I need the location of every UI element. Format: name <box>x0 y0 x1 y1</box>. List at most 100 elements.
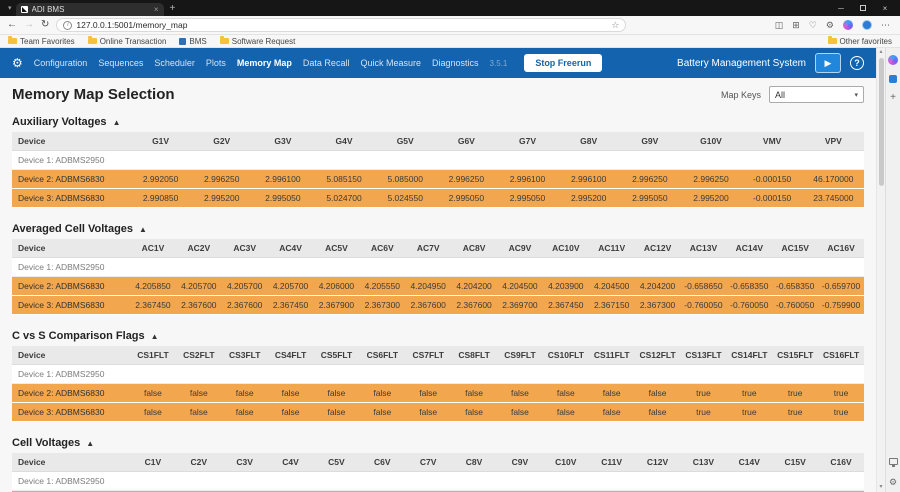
tab-actions-icon[interactable]: ▾ <box>4 4 16 12</box>
collapse-arrow-icon[interactable]: ▲ <box>139 225 147 234</box>
cell-value: 2.996100 <box>497 170 558 189</box>
nav-item-sequences[interactable]: Sequences <box>98 58 143 68</box>
favorite-folder-online-transaction[interactable]: Online Transaction <box>88 37 167 46</box>
device-row[interactable]: Device 3: ADBMS68302.3674502.3676002.367… <box>12 296 864 315</box>
other-favorites[interactable]: Other favorites <box>828 37 892 46</box>
nav-item-diagnostics[interactable]: Diagnostics <box>432 58 479 68</box>
favorite-folder-team[interactable]: Team Favorites <box>8 37 75 46</box>
browser-tab[interactable]: ADI BMS × <box>16 3 164 16</box>
map-keys-label: Map Keys <box>721 90 761 100</box>
collapse-arrow-icon[interactable]: ▲ <box>86 439 94 448</box>
help-icon[interactable]: ? <box>850 56 864 70</box>
column-header: CS4FLT <box>268 346 314 365</box>
device-row[interactable]: Device 2: ADBMS68304.2058504.2057004.205… <box>12 277 864 296</box>
sidebar-settings-icon[interactable]: ⚙ <box>889 478 897 487</box>
section-header[interactable]: C vs S Comparison Flags▲ <box>12 325 864 346</box>
split-screen-icon[interactable]: ◫ <box>775 20 784 30</box>
column-header: C3V <box>222 453 268 472</box>
device-row[interactable]: Device 3: ADBMS6830falsefalsefalsefalsef… <box>12 403 864 422</box>
cell-value <box>772 258 818 277</box>
favorite-folder-software-request[interactable]: Software Request <box>220 37 296 46</box>
close-window-button[interactable]: × <box>874 4 896 13</box>
sidebar-app-icon[interactable] <box>889 75 897 83</box>
scroll-down-icon[interactable]: ▾ <box>879 484 882 491</box>
forward-icon[interactable]: → <box>24 20 34 30</box>
column-header: C10V <box>543 453 589 472</box>
cell-value: true <box>681 384 727 403</box>
refresh-icon[interactable]: ↻ <box>41 20 49 30</box>
section-title: Cell Voltages <box>12 437 80 449</box>
url-path: /memory_map <box>133 20 187 30</box>
copilot-icon[interactable] <box>843 20 853 30</box>
more-menu-icon[interactable]: ⋯ <box>881 20 890 30</box>
address-bar[interactable]: i 127.0.0.1:5001/memory_map ☆ <box>56 18 626 32</box>
cell-value <box>451 472 497 491</box>
maximize-button[interactable] <box>852 4 874 13</box>
app-brand-title: Battery Management System <box>677 58 806 69</box>
cell-value <box>222 365 268 384</box>
section-header[interactable]: Averaged Cell Voltages▲ <box>12 218 864 239</box>
column-header: G10V <box>680 132 741 151</box>
memory-section: Auxiliary Voltages▲DeviceG1VG2VG3VG4VG5V… <box>12 111 864 208</box>
nav-item-data-recall[interactable]: Data Recall <box>303 58 350 68</box>
collapse-arrow-icon[interactable]: ▲ <box>113 118 121 127</box>
back-icon[interactable]: ← <box>7 20 17 30</box>
map-keys-select[interactable]: All ▾ <box>769 86 864 103</box>
minimize-button[interactable]: ─ <box>830 4 852 13</box>
device-row[interactable]: Device 1: ADBMS2950 <box>12 472 864 491</box>
adi-play-logo-button[interactable]: ▶ <box>815 53 841 73</box>
screenshot-tool-icon[interactable] <box>889 458 898 465</box>
device-name: Device 1: ADBMS2950 <box>12 258 130 277</box>
column-header: C6V <box>359 453 405 472</box>
collections-icon[interactable]: ⊞ <box>792 20 800 30</box>
nav-item-quick-measure[interactable]: Quick Measure <box>360 58 421 68</box>
cell-value <box>268 365 314 384</box>
column-header: VPV <box>803 132 864 151</box>
cell-value <box>543 365 589 384</box>
scroll-up-icon[interactable]: ▴ <box>879 49 882 56</box>
cell-value <box>558 151 619 170</box>
collapse-arrow-icon[interactable]: ▲ <box>151 332 159 341</box>
nav-item-plots[interactable]: Plots <box>206 58 226 68</box>
cell-value: -0.759900 <box>818 296 864 315</box>
nav-item-memory-map[interactable]: Memory Map <box>237 58 292 68</box>
nav-item-configuration[interactable]: Configuration <box>34 58 88 68</box>
profile-avatar[interactable] <box>862 20 872 30</box>
device-row[interactable]: Device 1: ADBMS2950 <box>12 151 864 170</box>
column-header: C8V <box>451 453 497 472</box>
favorite-bms[interactable]: BMS <box>179 37 206 46</box>
nav-item-scheduler[interactable]: Scheduler <box>154 58 195 68</box>
copilot-sidebar-icon[interactable] <box>888 55 898 65</box>
device-row[interactable]: Device 2: ADBMS6830falsefalsefalsefalsef… <box>12 384 864 403</box>
app-settings-gear-icon[interactable]: ⚙ <box>12 57 23 69</box>
favorites-star-icon[interactable]: ☆ <box>611 20 619 31</box>
table-header-row: DeviceAC1VAC2VAC3VAC4VAC5VAC6VAC7VAC8VAC… <box>12 239 864 258</box>
new-tab-button[interactable]: + <box>164 3 182 14</box>
column-header: AC13V <box>681 239 727 258</box>
scrollbar-thumb[interactable] <box>879 58 884 186</box>
device-row[interactable]: Device 2: ADBMS68302.9920502.9962502.996… <box>12 170 864 189</box>
page-scrollbar[interactable]: ▴ ▾ <box>876 48 885 492</box>
tab-close-icon[interactable]: × <box>154 5 159 14</box>
device-row[interactable]: Device 1: ADBMS2950 <box>12 258 864 277</box>
column-header: VMV <box>742 132 803 151</box>
map-keys-selected-value: All <box>775 90 785 100</box>
cell-value: false <box>130 403 176 422</box>
browser-essentials-icon[interactable]: ♡ <box>809 20 817 30</box>
cell-value: 5.024550 <box>375 189 436 208</box>
section-header[interactable]: Auxiliary Voltages ▲ <box>12 111 864 132</box>
device-row[interactable]: Device 1: ADBMS2950 <box>12 365 864 384</box>
device-name: Device 2: ADBMS6830 <box>12 384 130 403</box>
stop-freerun-button[interactable]: Stop Freerun <box>524 54 602 72</box>
cell-value <box>268 258 314 277</box>
favorites-bar: Team Favorites Online Transaction BMS So… <box>0 35 900 48</box>
settings-gear-icon[interactable]: ⚙ <box>826 20 834 30</box>
favorite-label: Team Favorites <box>20 37 75 46</box>
site-info-icon[interactable]: i <box>63 21 72 30</box>
tab-title: ADI BMS <box>32 5 150 14</box>
section-title: Auxiliary Voltages <box>12 116 107 128</box>
section-header[interactable]: Cell Voltages ▲ <box>12 432 864 453</box>
cell-value: 2.995050 <box>436 189 497 208</box>
add-sidebar-app-icon[interactable]: + <box>890 93 896 102</box>
device-row[interactable]: Device 3: ADBMS68302.9908502.9952002.995… <box>12 189 864 208</box>
